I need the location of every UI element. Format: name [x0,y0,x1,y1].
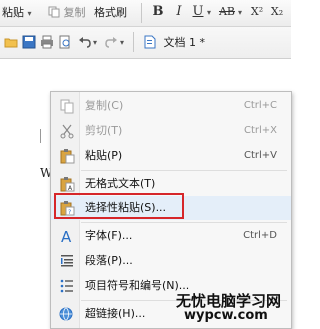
superscript-button[interactable]: X² [248,3,266,21]
menu-item-label: 段落(P)... [85,254,133,267]
clipboard-icon [60,149,75,164]
menu-item-label: 复制(C) [85,99,124,112]
menu-item-copy[interactable]: 复制(C) Ctrl+C [51,94,291,118]
formatting-toolbar: 粘贴 ▾ 复制 格式刷 B I U ▾ AB ▾ X² X₂ [0,0,291,27]
paragraph-icon [61,255,73,267]
strikethrough-button[interactable]: AB [217,3,237,21]
menu-item-shortcut: Ctrl+V [243,150,277,161]
toolbar-divider [133,32,134,52]
chevron-down-icon[interactable]: ▾ [207,8,211,17]
underline-button[interactable]: U [190,3,206,21]
chevron-down-icon[interactable]: ▾ [93,38,97,47]
italic-button[interactable]: I [171,3,187,21]
menu-item-shortcut: Ctrl+D [243,230,277,241]
format-painter-button[interactable]: 格式刷 [94,4,127,22]
document-tab[interactable]: 文档 1 * [144,35,205,51]
redo-icon[interactable] [104,35,118,49]
save-icon[interactable] [22,35,36,49]
highlight-annotation-box [54,193,184,219]
menu-item-cut[interactable]: 剪切(T) Ctrl+X [51,119,291,143]
page-corner-mark [40,129,42,145]
menu-item-shortcut: Ctrl+X [243,125,277,136]
chevron-down-icon[interactable]: ▾ [28,9,32,18]
globe-link-icon [59,307,73,321]
print-icon[interactable] [40,35,54,49]
paste-label: 粘贴 [2,6,24,19]
scissors-icon [60,124,74,139]
font-icon: A [61,228,72,244]
format-painter-label: 格式刷 [94,6,127,19]
paste-button[interactable]: 粘贴 ▾ [2,4,32,22]
toolbar-divider [141,3,142,23]
print-preview-icon[interactable] [58,35,72,49]
watermark-url: wypcw.com [184,308,268,323]
copy-button[interactable]: 复制 [48,4,86,22]
menu-item-label: 超链接(H)... [85,307,146,320]
bold-button[interactable]: B [150,3,166,21]
quick-access-toolbar: ▾ ▾ 文档 1 * [0,27,291,59]
subscript-button[interactable]: X₂ [268,3,286,21]
chevron-down-icon[interactable]: ▾ [238,8,242,17]
clipboard-text-icon: A [60,177,75,192]
chevron-down-icon[interactable]: ▾ [120,38,124,47]
folder-open-icon[interactable] [4,35,18,49]
menu-item-label: 粘贴(P) [85,149,123,162]
document-tab-title: 文档 1 * [163,36,206,49]
menu-item-label: 字体(F)... [85,229,133,242]
menu-item-paste[interactable]: 粘贴(P) Ctrl+V [51,144,291,168]
copy-icon [48,6,60,18]
bullet-list-icon [60,279,73,293]
menu-divider [81,222,287,223]
menu-item-font[interactable]: A 字体(F)... Ctrl+D [51,224,291,248]
copy-label: 复制 [63,6,86,19]
menu-item-label: 剪切(T) [85,124,123,137]
undo-icon[interactable] [78,35,92,49]
copy-icon [60,99,74,114]
document-icon [144,35,156,49]
menu-item-paragraph[interactable]: 段落(P)... [51,249,291,273]
menu-divider [81,170,287,171]
svg-text:A: A [61,228,72,244]
menu-item-shortcut: Ctrl+C [243,100,277,111]
menu-item-label: 项目符号和编号(N)... [85,279,190,292]
